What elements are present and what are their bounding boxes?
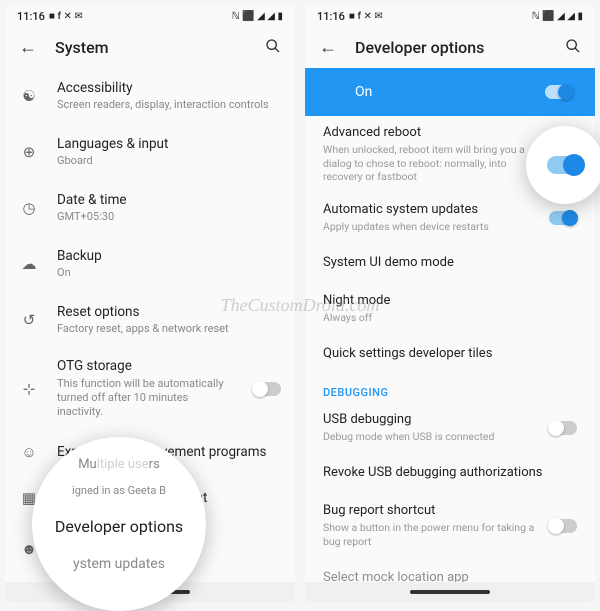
status-time: 11:16 bbox=[17, 10, 45, 23]
dev-item-revoke[interactable]: Revoke USB debugging authorizations bbox=[305, 452, 595, 494]
list-item-reset[interactable]: ↺ Reset options Factory reset, apps & ne… bbox=[5, 292, 295, 348]
status-system-icons: ℕ ⬛ ◢ ◢ ▮ bbox=[532, 11, 583, 22]
auto-updates-toggle[interactable] bbox=[549, 211, 577, 225]
dev-item-bugreport[interactable]: Bug report shortcut Show a button in the… bbox=[305, 494, 595, 557]
zoom-lens-right bbox=[526, 126, 600, 204]
phone-developer-options: 11:16 ■ f ✕ ✉ ℕ ⬛ ◢ ◢ ▮ ← Developer opti… bbox=[305, 5, 595, 602]
dev-item-usb-debug[interactable]: USB debugging Debug mode when USB is con… bbox=[305, 403, 595, 453]
face-icon: ☺ bbox=[19, 442, 39, 462]
cloud-icon: ☁ bbox=[19, 254, 39, 274]
dev-item-night-mode[interactable]: Night mode Always off bbox=[305, 284, 595, 334]
list-item-accessibility[interactable]: ☯ Accessibility Screen readers, display,… bbox=[5, 68, 295, 124]
clock-icon: ◷ bbox=[19, 198, 39, 218]
globe-icon: ⊕ bbox=[19, 142, 39, 162]
nav-bar bbox=[305, 582, 595, 602]
status-notif-icons: ■ f ✕ ✉ bbox=[349, 11, 383, 22]
zoom-developer-options: Developer options bbox=[55, 507, 183, 546]
master-toggle[interactable] bbox=[545, 85, 573, 99]
app-bar: ← System bbox=[5, 27, 295, 68]
dev-item-demo-mode[interactable]: System UI demo mode bbox=[305, 242, 595, 284]
status-time: 11:16 bbox=[317, 10, 345, 23]
nav-pill[interactable] bbox=[410, 590, 490, 594]
search-icon[interactable] bbox=[565, 38, 581, 58]
zoom-toggle-on bbox=[547, 156, 583, 174]
usb-debug-toggle[interactable] bbox=[549, 421, 577, 435]
list-item-datetime[interactable]: ◷ Date & time GMT+05:30 bbox=[5, 180, 295, 236]
app-bar: ← Developer options bbox=[305, 27, 595, 68]
page-title: System bbox=[55, 38, 247, 57]
status-bar: 11:16 ■ f ✕ ✉ ℕ ⬛ ◢ ◢ ▮ bbox=[305, 5, 595, 27]
status-system-icons: ℕ ⬛ ◢ ◢ ▮ bbox=[232, 11, 283, 22]
zoom-lens-left: Multiple users igned in as Geeta B Devel… bbox=[32, 437, 206, 611]
reset-icon: ↺ bbox=[19, 310, 39, 330]
dev-item-mock-location[interactable]: Select mock location app bbox=[305, 558, 595, 582]
back-icon[interactable]: ← bbox=[19, 37, 37, 58]
back-icon[interactable]: ← bbox=[319, 37, 337, 58]
section-debugging: DEBUGGING bbox=[305, 376, 595, 403]
otg-toggle[interactable] bbox=[253, 382, 281, 396]
search-icon[interactable] bbox=[265, 38, 281, 58]
list-item-backup[interactable]: ☁ Backup On bbox=[5, 236, 295, 292]
status-bar: 11:16 ■ f ✕ ✉ ℕ ⬛ ◢ ◢ ▮ bbox=[5, 5, 295, 27]
page-title: Developer options bbox=[355, 38, 547, 57]
dev-item-quick-tiles[interactable]: Quick settings developer tiles bbox=[305, 334, 595, 376]
bugreport-toggle[interactable] bbox=[549, 519, 577, 533]
usb-icon: ⊹ bbox=[19, 379, 39, 399]
dev-master-toggle[interactable]: On bbox=[305, 68, 595, 116]
status-notif-icons: ■ f ✕ ✉ bbox=[49, 11, 83, 22]
list-item-languages[interactable]: ⊕ Languages & input Gboard bbox=[5, 124, 295, 180]
accessibility-icon: ☯ bbox=[19, 86, 39, 106]
list-item-otg[interactable]: ⊹ OTG storage This function will be auto… bbox=[5, 348, 295, 429]
